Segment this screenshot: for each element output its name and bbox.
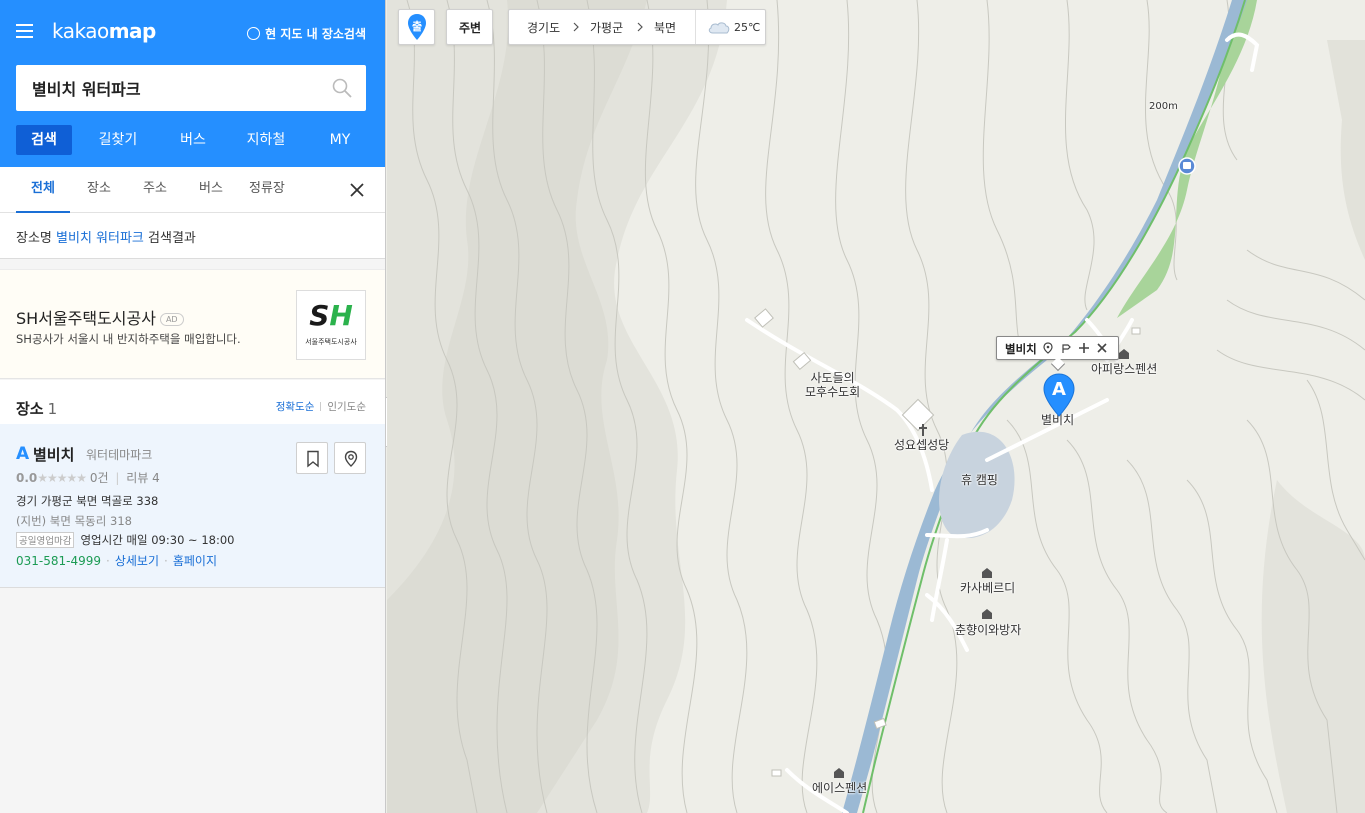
result-title: 장소명 별비치 워터파크 검색결과 xyxy=(0,213,385,259)
places-label: 장소 1 xyxy=(16,400,58,418)
place-address: 경기 가평군 북면 멱골로 338 xyxy=(16,494,159,508)
main-tabs: 검색 길찾기 버스 지하철 MY xyxy=(16,125,370,155)
chevron-right-icon xyxy=(637,22,643,32)
close-icon[interactable] xyxy=(350,183,364,197)
sort-options: 정확도순 인기도순 xyxy=(276,399,366,414)
close-icon[interactable] xyxy=(1096,342,1108,354)
infowindow-name: 별비치 xyxy=(1005,342,1037,356)
search-in-map-toggle[interactable]: 현 지도 내 장소검색 xyxy=(247,25,366,42)
place-category: 워터테마파크 xyxy=(86,448,153,462)
sidebar: kakaomap 현 지도 내 장소검색 검색 길찾기 버스 지하철 MY 전체… xyxy=(0,0,386,813)
plus-icon[interactable] xyxy=(1078,342,1090,354)
place-marker-pin[interactable]: A xyxy=(1043,373,1075,417)
star-rating-icon: ★★★★★ xyxy=(37,471,87,485)
detail-link[interactable]: 상세보기 xyxy=(115,554,159,568)
search-header: kakaomap 현 지도 내 장소검색 검색 길찾기 버스 지하철 MY xyxy=(0,0,385,167)
weather-temperature: 25℃ xyxy=(734,21,761,34)
place-rating: 0.0★★★★★ 0건 | 리뷰 4 xyxy=(16,471,160,485)
church-icon xyxy=(919,424,927,436)
kakaomap-logo[interactable]: kakaomap xyxy=(52,19,156,43)
review-count[interactable]: 리뷰 4 xyxy=(126,471,160,485)
cloud-icon xyxy=(708,22,730,34)
tab-bus[interactable]: 버스 xyxy=(164,125,222,155)
tab-directions[interactable]: 길찾기 xyxy=(72,125,164,155)
poi-label-ace-pension[interactable]: 에이스펜션 xyxy=(812,781,867,795)
hours-text: 영업시간 매일 09:30 ~ 18:00 xyxy=(80,533,235,547)
closed-badge: 공일영업마감 xyxy=(16,532,75,548)
bookmark-icon xyxy=(307,450,319,468)
filter-tab-all[interactable]: 전체 xyxy=(16,167,70,213)
weather-widget[interactable]: 25℃ xyxy=(695,10,767,44)
tab-subway[interactable]: 지하철 xyxy=(222,125,310,155)
place-links: 031-581-4999 · 상세보기 · 홈페이지 xyxy=(16,554,218,568)
result-title-prefix: 장소명 xyxy=(16,231,52,246)
poi-label-casaverdi[interactable]: 카사베르디 xyxy=(960,581,1015,595)
map-canvas[interactable]: 200m 사도들의 모후수도회 성요셉성당 아피랑스펜션 별비치 휴 캠핑 카사베… xyxy=(387,0,1365,813)
sort-popularity[interactable]: 인기도순 xyxy=(327,401,366,413)
ad-badge: AD xyxy=(159,313,184,326)
rating-count: 0건 xyxy=(89,471,109,485)
breadcrumb-county[interactable]: 가평군 xyxy=(590,19,623,36)
filter-tab-busstop[interactable]: 정류장 xyxy=(249,167,285,213)
lodging-icon xyxy=(982,609,992,619)
search-box xyxy=(16,65,366,111)
radio-circle-icon xyxy=(247,27,261,40)
directions-icon[interactable] xyxy=(1061,342,1073,354)
lodging-icon xyxy=(1119,349,1129,359)
place-result-item[interactable]: A 별비치 워터테마파크 0.0★★★★★ 0건 | 리뷰 4 경기 가평군 북… xyxy=(0,424,385,588)
location-pin-icon[interactable] xyxy=(1042,342,1054,354)
sort-accuracy[interactable]: 정확도순 xyxy=(276,401,315,413)
scale-label: 200m xyxy=(1149,101,1178,112)
ad-logo: SH 서울주택도시공사 xyxy=(296,290,366,360)
search-input[interactable] xyxy=(32,65,332,111)
start-point-button[interactable]: 출 xyxy=(398,9,435,45)
start-pin-label: 출 xyxy=(411,20,423,33)
ad-logo-caption: 서울주택도시공사 xyxy=(305,338,357,346)
places-header: 장소 1 정확도순 인기도순 xyxy=(0,380,385,424)
place-jibun-address: (지번) 북면 목동리 318 xyxy=(16,514,132,528)
place-marker-letter: A xyxy=(16,444,30,464)
route-button[interactable] xyxy=(334,442,366,474)
bookmark-button[interactable] xyxy=(296,442,328,474)
poi-label-camping[interactable]: 휴 캠핑 xyxy=(961,473,998,487)
ad-banner[interactable]: SH서울주택도시공사 AD SH공사가 서울시 내 반지하주택을 매입합니다. S… xyxy=(0,269,385,379)
tab-search[interactable]: 검색 xyxy=(16,125,72,155)
poi-label-apirangs-pension[interactable]: 아피랑스펜션 xyxy=(1091,362,1157,376)
nearby-label: 주변 xyxy=(458,21,482,35)
result-filter-tabs: 전체 장소 주소 버스 정류장 xyxy=(0,167,385,213)
location-breadcrumb: 경기도 가평군 북면 25℃ xyxy=(508,9,766,45)
poi-label-joseph-chapel[interactable]: 성요셉성당 xyxy=(894,438,949,452)
menu-icon[interactable] xyxy=(16,24,33,38)
lodging-icon xyxy=(834,768,844,778)
ad-description: SH공사가 서울시 내 반지하주택을 매입합니다. xyxy=(16,332,241,346)
map-terrain xyxy=(387,0,1365,813)
place-name[interactable]: 별비치 xyxy=(33,444,74,465)
nearby-button[interactable]: 주변 xyxy=(446,9,493,45)
filter-tab-place[interactable]: 장소 xyxy=(87,167,111,213)
ad-name: SH서울주택도시공사 AD xyxy=(16,305,184,329)
lodging-icon xyxy=(982,568,992,578)
place-hours: 공일영업마감 영업시간 매일 09:30 ~ 18:00 xyxy=(16,532,234,548)
result-title-suffix: 검색결과 xyxy=(148,231,196,246)
search-in-map-label: 현 지도 내 장소검색 xyxy=(265,27,366,41)
breadcrumb-district[interactable]: 북면 xyxy=(654,19,676,36)
breadcrumb-province[interactable]: 경기도 xyxy=(527,19,560,36)
rating-score: 0.0 xyxy=(16,471,38,485)
poi-label-chunhyang[interactable]: 춘향이와방자 xyxy=(955,623,1021,637)
places-count: 1 xyxy=(47,400,58,418)
place-infowindow[interactable]: 별비치 xyxy=(996,336,1119,372)
tab-my[interactable]: MY xyxy=(310,125,370,155)
search-icon[interactable] xyxy=(332,78,352,98)
place-phone[interactable]: 031-581-4999 xyxy=(16,554,101,568)
filter-tab-address[interactable]: 주소 xyxy=(143,167,167,213)
map-pin-letter: A xyxy=(1052,379,1066,400)
filter-tab-bus[interactable]: 버스 xyxy=(199,167,223,213)
chevron-right-icon xyxy=(573,22,579,32)
result-title-keyword: 별비치 워터파크 xyxy=(56,231,144,246)
location-pin-icon xyxy=(344,450,358,467)
homepage-link[interactable]: 홈페이지 xyxy=(173,554,217,568)
poi-label-apostle-monastery[interactable]: 사도들의 모후수도회 xyxy=(805,371,860,399)
